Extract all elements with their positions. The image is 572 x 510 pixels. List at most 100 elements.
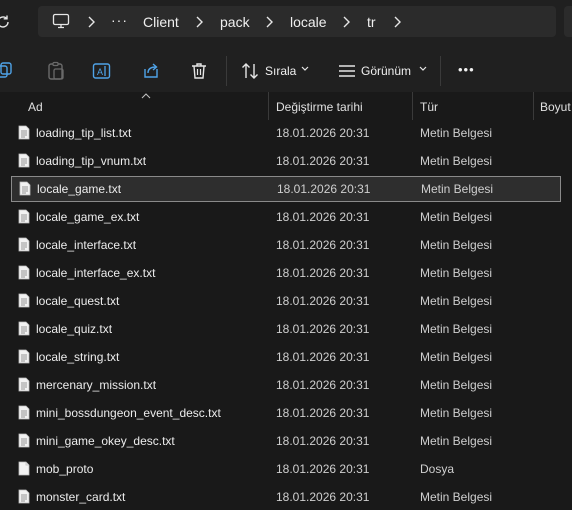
- file-modified-date: 18.01.2026 20:31: [276, 406, 370, 420]
- chevron-down-icon[interactable]: [301, 66, 309, 72]
- file-name: locale_string.txt: [36, 350, 120, 364]
- chevron-right-icon[interactable]: [86, 15, 96, 29]
- file-modified-date: 18.01.2026 20:31: [276, 210, 370, 224]
- file-modified-date: 18.01.2026 20:31: [276, 322, 370, 336]
- file-name: monster_card.txt: [36, 490, 126, 504]
- file-row[interactable]: loading_tip_vnum.txt 18.01.2026 20:31 Meti…: [10, 148, 572, 174]
- text-document-icon: [19, 181, 31, 196]
- file-row[interactable]: monster_card.txt 18.01.2026 20:31 Metin Be…: [10, 484, 572, 510]
- file-modified-date: 18.01.2026 20:31: [276, 434, 370, 448]
- command-bar: A Sırala Görünüm •••: [0, 44, 572, 99]
- text-document-icon: [18, 125, 30, 140]
- file-row[interactable]: locale_quest.txt 18.01.2026 20:31 Metin Be…: [10, 288, 572, 314]
- file-modified-date: 18.01.2026 20:31: [276, 266, 370, 280]
- sort-ascending-icon: [141, 93, 151, 99]
- breadcrumb-client[interactable]: Client: [143, 14, 179, 30]
- breadcrumb-overflow-button[interactable]: ···: [111, 12, 128, 28]
- sort-icon[interactable]: [240, 61, 260, 81]
- file-row[interactable]: locale_game_ex.txt 18.01.2026 20:31 Metin …: [10, 204, 572, 230]
- refresh-icon[interactable]: [0, 13, 12, 31]
- text-document-icon: [18, 237, 30, 252]
- file-row[interactable]: locale_interface_ex.txt 18.01.2026 20:31 M…: [10, 260, 572, 286]
- file-row[interactable]: mob_proto 18.01.2026 20:31 Dosya: [10, 456, 572, 482]
- file-modified-date: 18.01.2026 20:31: [276, 126, 370, 140]
- column-divider[interactable]: [268, 92, 269, 120]
- search-box[interactable]: [564, 6, 572, 37]
- more-options-button[interactable]: •••: [458, 62, 475, 77]
- chevron-right-icon[interactable]: [264, 15, 274, 29]
- column-header-size[interactable]: Boyut: [540, 100, 571, 114]
- file-type: Metin Belgesi: [420, 378, 493, 392]
- file-row[interactable]: mini_game_okey_desc.txt 18.01.2026 20:31 M…: [10, 428, 572, 454]
- text-document-icon: [18, 377, 30, 392]
- share-icon[interactable]: [141, 61, 161, 81]
- file-type: Metin Belgesi: [420, 294, 493, 308]
- column-header-date[interactable]: Değiştirme tarihi: [276, 100, 363, 114]
- file-type: Metin Belgesi: [420, 490, 493, 504]
- view-icon[interactable]: [337, 61, 357, 81]
- file-name: mercenary_mission.txt: [36, 378, 157, 392]
- delete-icon[interactable]: [189, 61, 209, 81]
- text-document-icon: [18, 405, 30, 420]
- column-divider[interactable]: [533, 92, 534, 120]
- text-document-icon: [18, 321, 30, 336]
- file-name: loading_tip_vnum.txt: [36, 154, 147, 168]
- file-name: mob_proto: [36, 462, 94, 476]
- breadcrumb-pack[interactable]: pack: [220, 14, 250, 30]
- breadcrumb-locale[interactable]: locale: [290, 14, 327, 30]
- file-type: Metin Belgesi: [420, 238, 493, 252]
- breadcrumb-tr[interactable]: tr: [367, 14, 376, 30]
- file-modified-date: 18.01.2026 20:31: [276, 378, 370, 392]
- file-modified-date: 18.01.2026 20:31: [276, 490, 370, 504]
- file-modified-date: 18.01.2026 20:31: [276, 350, 370, 364]
- file-name: locale_game.txt: [37, 182, 122, 196]
- paste-icon[interactable]: [46, 61, 66, 81]
- text-document-icon: [18, 489, 30, 504]
- chevron-right-icon[interactable]: [392, 15, 402, 29]
- rename-icon[interactable]: A: [92, 61, 112, 81]
- sort-button[interactable]: Sırala: [265, 64, 296, 78]
- file-name: loading_tip_list.txt: [36, 126, 132, 140]
- chevron-right-icon[interactable]: [194, 15, 204, 29]
- file-modified-date: 18.01.2026 20:31: [276, 238, 370, 252]
- file-type: Metin Belgesi: [420, 154, 493, 168]
- column-divider[interactable]: [412, 92, 413, 120]
- toolbar-separator: [226, 56, 227, 86]
- file-type: Metin Belgesi: [420, 210, 493, 224]
- file-type: Metin Belgesi: [420, 126, 493, 140]
- file-row[interactable]: loading_tip_list.txt 18.01.2026 20:31 Meti…: [10, 120, 572, 146]
- copy-icon[interactable]: [0, 61, 16, 81]
- file-name: locale_game_ex.txt: [36, 210, 140, 224]
- text-document-icon: [18, 433, 30, 448]
- text-document-icon: [18, 153, 30, 168]
- monitor-icon[interactable]: [52, 13, 70, 29]
- file-type: Metin Belgesi: [421, 182, 494, 196]
- text-document-icon: [18, 293, 30, 308]
- file-name: locale_quiz.txt: [36, 322, 113, 336]
- text-document-icon: [18, 265, 30, 280]
- file-modified-date: 18.01.2026 20:31: [276, 462, 370, 476]
- file-type: Metin Belgesi: [420, 350, 493, 364]
- file-type: Metin Belgesi: [420, 434, 493, 448]
- file-name: locale_quest.txt: [36, 294, 120, 308]
- svg-text:A: A: [97, 67, 103, 77]
- chevron-right-icon[interactable]: [341, 15, 351, 29]
- chevron-down-icon[interactable]: [419, 66, 427, 72]
- column-headers: Ad Değiştirme tarihi Tür Boyut: [0, 92, 572, 120]
- column-header-type[interactable]: Tür: [420, 100, 438, 114]
- file-row[interactable]: locale_quiz.txt 18.01.2026 20:31 Metin Bel…: [10, 316, 572, 342]
- file-row[interactable]: locale_interface.txt 18.01.2026 20:31 Meti…: [10, 232, 572, 258]
- file-name: locale_interface.txt: [36, 238, 137, 252]
- file-modified-date: 18.01.2026 20:31: [276, 294, 370, 308]
- column-header-name[interactable]: Ad: [28, 100, 43, 114]
- file-row[interactable]: locale_game.txt 18.01.2026 20:31 Metin Bel…: [11, 176, 561, 202]
- text-document-icon: [18, 209, 30, 224]
- toolbar-separator: [440, 56, 441, 86]
- file-name: locale_interface_ex.txt: [36, 266, 156, 280]
- file-row[interactable]: mercenary_mission.txt 18.01.2026 20:31 Met…: [10, 372, 572, 398]
- file-type: Metin Belgesi: [420, 266, 493, 280]
- address-bar[interactable]: ··· Client pack locale tr: [38, 6, 556, 37]
- file-row[interactable]: locale_string.txt 18.01.2026 20:31 Metin B…: [10, 344, 572, 370]
- file-row[interactable]: mini_bossdungeon_event_desc.txt 18.01.202…: [10, 400, 572, 426]
- view-button[interactable]: Görünüm: [361, 64, 411, 78]
